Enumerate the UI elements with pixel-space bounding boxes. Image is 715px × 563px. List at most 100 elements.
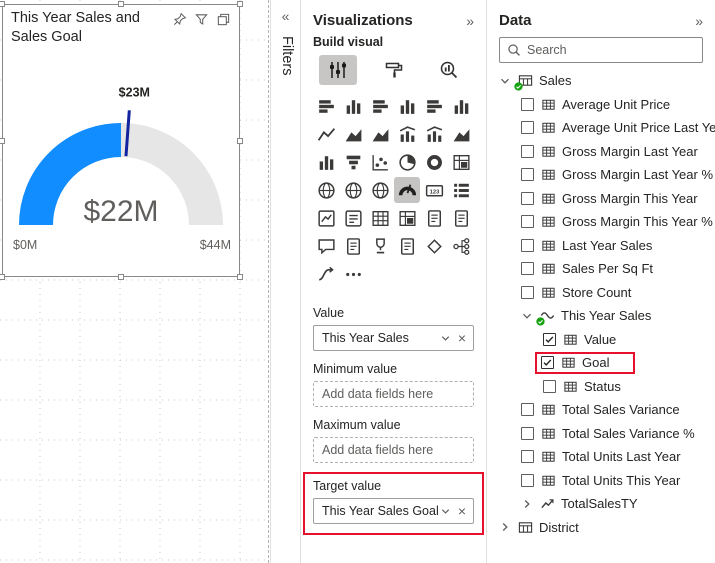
field-checkbox[interactable] xyxy=(521,403,534,417)
resize-handle-sw[interactable] xyxy=(0,274,5,280)
tree-item-average-unit-price-last-year[interactable]: Average Unit Price Last Year xyxy=(487,116,715,140)
stacked-column-chart-icon[interactable] xyxy=(340,93,366,119)
stacked-bar-chart-icon[interactable] xyxy=(313,93,339,119)
more-visuals-icon[interactable] xyxy=(340,261,366,287)
stacked-area-chart-icon[interactable] xyxy=(367,121,393,147)
area-chart-icon[interactable] xyxy=(340,121,366,147)
collapse-visualizations-icon[interactable]: » xyxy=(466,13,474,29)
field-dropdown-chevron-icon[interactable] xyxy=(440,506,451,517)
donut-chart-icon[interactable] xyxy=(421,149,447,175)
chevron-right-icon[interactable] xyxy=(521,498,533,510)
slicer-icon[interactable] xyxy=(340,205,366,231)
pie-chart-icon[interactable] xyxy=(394,149,420,175)
hundred-percent-stacked-bar-chart-icon[interactable] xyxy=(421,93,447,119)
gauge-icon[interactable] xyxy=(394,177,420,203)
field-pill-this-year-sales[interactable]: This Year Sales × xyxy=(313,325,474,351)
field-checkbox[interactable] xyxy=(521,285,534,299)
resize-handle-w[interactable] xyxy=(0,137,5,144)
field-dropdown-chevron-icon[interactable] xyxy=(440,333,451,344)
search-box[interactable] xyxy=(499,37,703,63)
tree-item-gross-margin-last-year[interactable]: Gross Margin Last Year % xyxy=(487,163,715,187)
tree-item-total-units-this-year[interactable]: Total Units This Year xyxy=(487,469,715,493)
azure-map-icon[interactable] xyxy=(367,177,393,203)
funnel-chart-icon[interactable] xyxy=(340,149,366,175)
field-checkbox[interactable] xyxy=(521,191,534,205)
scatter-chart-icon[interactable] xyxy=(367,149,393,175)
r-script-visual-icon[interactable] xyxy=(421,205,447,231)
chevron-down-icon[interactable] xyxy=(499,75,511,87)
copy-icon[interactable] xyxy=(216,12,231,27)
remove-field-icon[interactable]: × xyxy=(458,504,466,518)
field-checkbox[interactable] xyxy=(521,144,534,158)
field-checkbox[interactable] xyxy=(521,97,534,111)
smart-narrative-icon[interactable] xyxy=(340,233,366,259)
resize-handle-e[interactable] xyxy=(237,137,243,144)
hundred-percent-stacked-column-chart-icon[interactable] xyxy=(448,93,474,119)
tree-item-store-count[interactable]: Store Count xyxy=(487,281,715,305)
resize-handle-s[interactable] xyxy=(118,274,124,280)
field-checkbox[interactable] xyxy=(521,426,534,440)
tree-item-sales[interactable]: Sales xyxy=(487,69,715,93)
line-and-stacked-column-chart-icon[interactable] xyxy=(394,121,420,147)
paginated-report-icon[interactable] xyxy=(394,233,420,259)
field-checkbox[interactable] xyxy=(521,168,534,182)
tree-item-average-unit-price[interactable]: Average Unit Price xyxy=(487,93,715,117)
tree-item-total-sales-variance[interactable]: Total Sales Variance xyxy=(487,398,715,422)
resize-handle-nw[interactable] xyxy=(0,1,5,7)
field-checkbox[interactable] xyxy=(541,356,554,370)
tree-item-last-year-sales[interactable]: Last Year Sales xyxy=(487,234,715,258)
report-canvas[interactable]: This Year Sales and Sales Goal $23M $22M… xyxy=(0,0,270,563)
field-checkbox[interactable] xyxy=(543,379,556,393)
tree-item-district[interactable]: District xyxy=(487,516,715,540)
tree-item-sales-per-sq-ft[interactable]: Sales Per Sq Ft xyxy=(487,257,715,281)
tree-item-gross-margin-this-year[interactable]: Gross Margin This Year xyxy=(487,187,715,211)
tree-item-goal[interactable]: Goal xyxy=(487,351,715,375)
tree-item-gross-margin-last-year[interactable]: Gross Margin Last Year xyxy=(487,140,715,164)
resize-handle-ne[interactable] xyxy=(237,1,243,7)
pin-icon[interactable] xyxy=(172,12,187,27)
collapse-data-icon[interactable]: » xyxy=(695,13,703,29)
map-icon[interactable] xyxy=(313,177,339,203)
metrics-icon[interactable] xyxy=(367,233,393,259)
matrix-visual-icon[interactable] xyxy=(394,205,420,231)
expand-filters-icon[interactable]: « xyxy=(271,0,300,24)
tree-item-status[interactable]: Status xyxy=(487,375,715,399)
resize-handle-n[interactable] xyxy=(118,1,124,7)
multi-row-card-icon[interactable] xyxy=(448,177,474,203)
python-visual-icon[interactable] xyxy=(448,205,474,231)
chevron-down-icon[interactable] xyxy=(521,310,533,322)
resize-handle-se[interactable] xyxy=(237,274,243,280)
tree-item-total-sales-variance[interactable]: Total Sales Variance % xyxy=(487,422,715,446)
waterfall-chart-icon[interactable] xyxy=(313,149,339,175)
ribbon-chart-icon[interactable] xyxy=(448,121,474,147)
tree-item-value[interactable]: Value xyxy=(487,328,715,352)
remove-field-icon[interactable]: × xyxy=(458,331,466,345)
tree-item-gross-margin-this-year[interactable]: Gross Margin This Year % xyxy=(487,210,715,234)
treemap-icon[interactable] xyxy=(448,149,474,175)
field-checkbox[interactable] xyxy=(543,332,556,346)
field-pill-this-year-sales-goal[interactable]: This Year Sales Goal × xyxy=(313,498,474,524)
tree-item-totalsalesty[interactable]: TotalSalesTY xyxy=(487,492,715,516)
empty-field-well[interactable]: Add data fields here xyxy=(313,437,474,463)
power-apps-icon[interactable] xyxy=(421,233,447,259)
card-icon[interactable]: 123 xyxy=(421,177,447,203)
tree-item-total-units-last-year[interactable]: Total Units Last Year xyxy=(487,445,715,469)
chevron-right-icon[interactable] xyxy=(499,521,511,533)
filled-map-icon[interactable] xyxy=(340,177,366,203)
empty-field-well[interactable]: Add data fields here xyxy=(313,381,474,407)
gauge-visual[interactable]: This Year Sales and Sales Goal $23M $22M… xyxy=(0,1,243,280)
field-checkbox[interactable] xyxy=(521,450,534,464)
clustered-column-chart-icon[interactable] xyxy=(394,93,420,119)
field-checkbox[interactable] xyxy=(521,262,534,276)
kpi-icon[interactable] xyxy=(313,205,339,231)
tree-item-this-year-sales[interactable]: This Year Sales xyxy=(487,304,715,328)
field-checkbox[interactable] xyxy=(521,238,534,252)
search-input[interactable] xyxy=(527,43,695,57)
table-visual-icon[interactable] xyxy=(367,205,393,231)
field-checkbox[interactable] xyxy=(521,121,534,135)
field-checkbox[interactable] xyxy=(521,215,534,229)
format-visual-tab[interactable] xyxy=(375,55,413,85)
q-and-a-icon[interactable] xyxy=(313,233,339,259)
decomposition-tree-icon[interactable] xyxy=(448,233,474,259)
line-chart-icon[interactable] xyxy=(313,121,339,147)
